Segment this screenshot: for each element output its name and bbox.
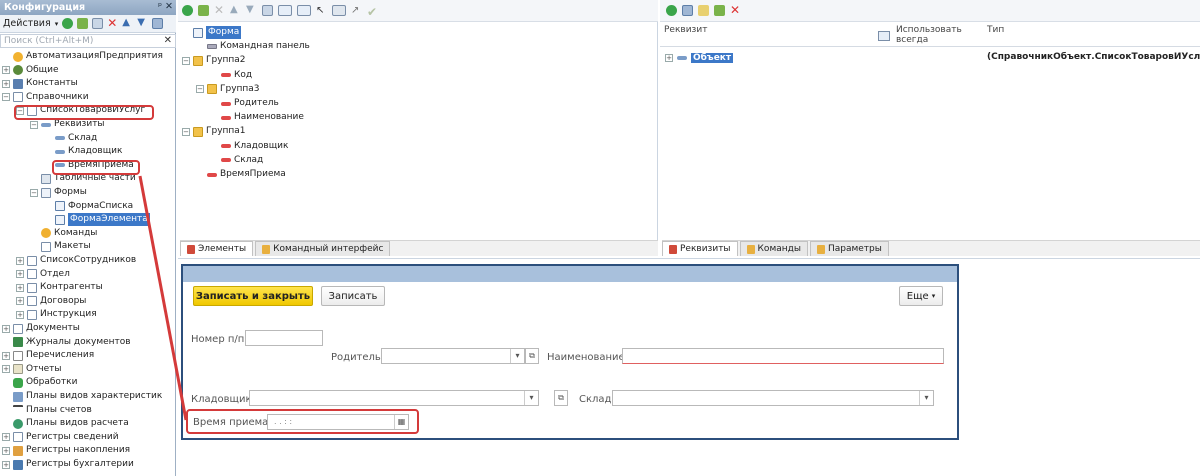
connector-line: [138, 175, 188, 421]
annotation-arrow: [138, 175, 188, 421]
